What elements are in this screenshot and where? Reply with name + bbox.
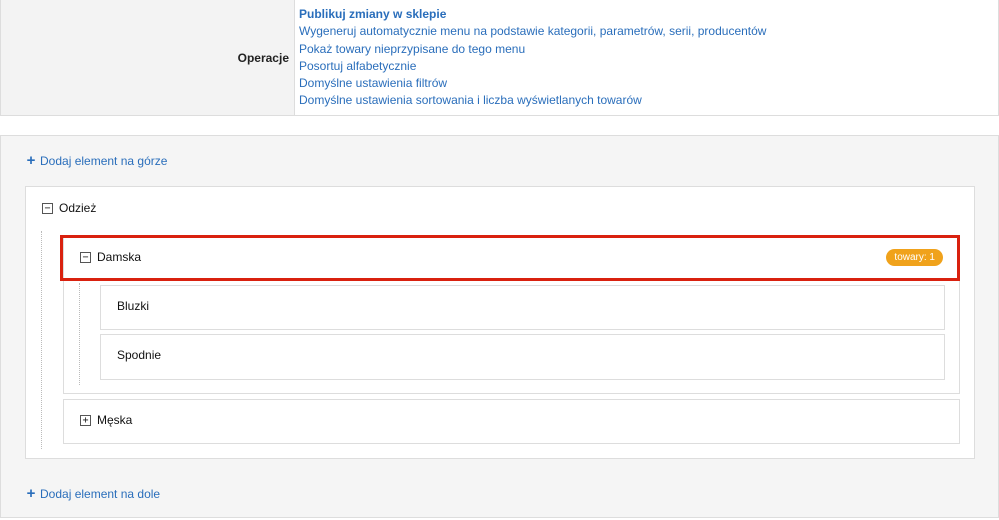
plus-icon: + (26, 485, 36, 502)
collapse-icon[interactable]: − (42, 202, 53, 214)
publish-changes-link[interactable]: Publikuj zmiany w sklepie (299, 6, 998, 23)
add-element-top-label: Dodaj element na górze (40, 154, 168, 168)
tree-node-label: Spodnie (117, 348, 162, 362)
plus-icon: + (26, 152, 36, 169)
tree-node-label: Męska (97, 413, 133, 427)
default-filters-link[interactable]: Domyślne ustawienia filtrów (299, 75, 998, 92)
tree-node-meska-header: + Męska (80, 413, 132, 427)
add-element-bottom-link[interactable]: + Dodaj element na dole (26, 485, 161, 502)
expand-icon[interactable]: + (80, 414, 91, 426)
products-count-badge: towary: 1 (886, 249, 943, 266)
generate-menu-link[interactable]: Wygeneruj automatycznie menu na podstawi… (299, 23, 998, 40)
tree-node-spodnie[interactable]: Spodnie (100, 334, 945, 380)
tree-node-label: Damska (97, 250, 142, 264)
tree-node-damska-header: − Damska (80, 250, 141, 264)
collapse-icon[interactable]: − (80, 251, 91, 263)
tree-guide-line (41, 231, 42, 449)
tree-node-label: Bluzki (117, 299, 150, 313)
menu-tree-panel: + Dodaj element na górze − Odzież − Dams… (0, 135, 999, 518)
default-sorting-link[interactable]: Domyślne ustawienia sortowania i liczba … (299, 92, 998, 109)
tree-guide-line (79, 283, 80, 385)
operations-links: Publikuj zmiany w sklepie Wygeneruj auto… (295, 0, 998, 115)
tree-node-bluzki[interactable]: Bluzki (100, 285, 945, 330)
add-element-bottom-label: Dodaj element na dole (40, 487, 161, 501)
show-unassigned-link[interactable]: Pokaż towary nieprzypisane do tego menu (299, 41, 998, 58)
tree-node-odziez-header: − Odzież (42, 201, 96, 215)
tree-node-damska: − Damska towary: 1 Bluzki Spodnie (63, 236, 960, 394)
tree-node-label: Odzież (59, 201, 97, 215)
add-element-top-link[interactable]: + Dodaj element na górze (26, 152, 168, 169)
sort-alphabetically-link[interactable]: Posortuj alfabetycznie (299, 58, 998, 75)
tree-node-meska: + Męska (63, 399, 960, 444)
operations-table: Operacje Publikuj zmiany w sklepie Wygen… (0, 0, 999, 116)
tree-node-odziez: − Odzież − Damska towary: 1 Bluzki Spodn… (25, 186, 975, 459)
operations-label: Operacje (1, 0, 295, 115)
